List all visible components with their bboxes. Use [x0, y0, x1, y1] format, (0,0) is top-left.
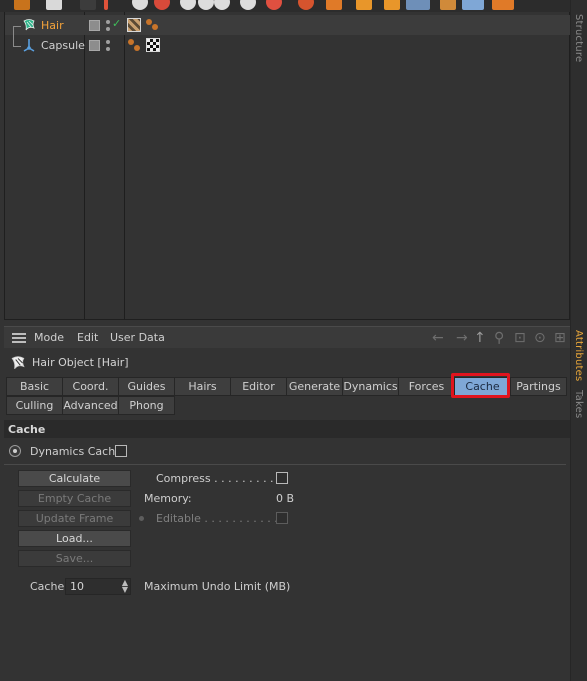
- toolbar-icon[interactable]: [198, 0, 214, 10]
- load-button[interactable]: Load...: [18, 530, 131, 547]
- tab-basic[interactable]: Basic: [6, 377, 63, 396]
- highlight-box: [451, 373, 510, 398]
- animate-parameter-radio[interactable]: [9, 445, 21, 457]
- tab-guides[interactable]: Guides: [118, 377, 175, 396]
- cache-value: 10: [70, 580, 84, 593]
- section-title: Cache: [8, 423, 46, 436]
- tab-phong[interactable]: Phong: [118, 396, 175, 415]
- editable-radio[interactable]: [139, 516, 144, 521]
- tab-structure[interactable]: Structure: [573, 14, 584, 62]
- column-divider: [84, 12, 85, 320]
- toolbar-icon[interactable]: [240, 0, 256, 10]
- menu-edit[interactable]: Edit: [77, 331, 98, 344]
- toolbar-icon[interactable]: [298, 0, 314, 10]
- tab-culling[interactable]: Culling: [6, 396, 63, 415]
- toolbar-icon[interactable]: [180, 0, 196, 10]
- object-name-capsule[interactable]: Capsule: [41, 39, 85, 52]
- object-title: Hair Object [Hair]: [32, 356, 129, 369]
- hair-icon: [23, 19, 35, 31]
- tab-advanced[interactable]: Advanced: [62, 396, 119, 415]
- up-arrow-icon[interactable]: ↑: [474, 330, 486, 346]
- lock-icon[interactable]: ⊡: [514, 330, 526, 346]
- settings-icon[interactable]: ⊙: [534, 330, 546, 346]
- tab-attributes[interactable]: Attributes: [573, 330, 584, 381]
- memory-value: 0 B: [276, 492, 295, 505]
- capsule-icon: [23, 39, 35, 52]
- forward-arrow-icon[interactable]: →: [456, 330, 468, 346]
- tab-hairs[interactable]: Hairs: [174, 377, 231, 396]
- visibility-dot[interactable]: [106, 20, 110, 24]
- object-row-hair[interactable]: Hair ✓: [5, 15, 570, 35]
- toolbar-icon[interactable]: [440, 0, 456, 10]
- save-button[interactable]: Save...: [18, 550, 131, 567]
- object-title-row: Hair Object [Hair]: [4, 352, 570, 374]
- side-tab-strip: Structure Attributes Takes: [570, 0, 587, 681]
- spinner-arrows-icon[interactable]: ▲ ▼: [122, 579, 128, 594]
- toolbar-icon[interactable]: [384, 0, 400, 10]
- tab-editor[interactable]: Editor: [230, 377, 287, 396]
- hair-icon: [11, 356, 25, 370]
- menu-user-data[interactable]: User Data: [110, 331, 165, 344]
- hamburger-menu-icon[interactable]: [12, 333, 26, 343]
- toolbar-icon[interactable]: [356, 0, 372, 10]
- compress-label: Compress . . . . . . . . .: [156, 472, 274, 485]
- tab-coord[interactable]: Coord.: [62, 377, 119, 396]
- memory-label: Memory:: [144, 492, 192, 505]
- sort-az-icon[interactable]: [406, 0, 430, 10]
- toolbar-icon[interactable]: [132, 0, 148, 10]
- tab-forces[interactable]: Forces: [398, 377, 455, 396]
- search-icon[interactable]: ⚲: [494, 330, 504, 346]
- toolbar-icon[interactable]: [14, 0, 30, 10]
- visibility-dot[interactable]: [106, 47, 110, 51]
- divider: [4, 464, 566, 465]
- toolbar-icon[interactable]: [266, 0, 282, 10]
- tab-dynamics[interactable]: Dynamics: [342, 377, 399, 396]
- cache-label: Cache: [30, 580, 65, 593]
- new-panel-icon[interactable]: ⊞: [554, 330, 566, 346]
- tab-partings[interactable]: Partings: [510, 377, 567, 396]
- menu-mode[interactable]: Mode: [34, 331, 64, 344]
- toolbar-icon[interactable]: [214, 0, 230, 10]
- layer-box[interactable]: [89, 20, 100, 31]
- tree-line: [13, 46, 21, 47]
- undo-limit-label: Maximum Undo Limit (MB): [144, 580, 291, 593]
- toolbar-icon[interactable]: [462, 0, 484, 10]
- object-row-capsule[interactable]: Capsule: [5, 27, 570, 55]
- dynamics-cache-checkbox[interactable]: [115, 445, 127, 457]
- calculate-button[interactable]: Calculate: [18, 470, 131, 487]
- editable-checkbox[interactable]: [276, 512, 288, 524]
- tree-line: [13, 27, 14, 46]
- toolbar-icon[interactable]: [46, 0, 62, 10]
- visibility-dot[interactable]: [106, 40, 110, 44]
- attribute-menubar: Mode Edit User Data ← → ↑ ⚲ ⊡ ⊙ ⊞: [4, 326, 570, 348]
- material-tag-icon[interactable]: [146, 38, 160, 52]
- cache-input[interactable]: 10 ▲ ▼: [65, 578, 131, 595]
- hair-material-tag-icon[interactable]: [127, 18, 141, 32]
- compress-checkbox[interactable]: [276, 472, 288, 484]
- object-name-hair[interactable]: Hair: [41, 19, 64, 32]
- object-manager: Hair ✓ Capsule: [4, 12, 570, 320]
- section-header-cache: Cache: [4, 420, 570, 438]
- dynamics-cache-label: Dynamics Cache: [30, 445, 122, 458]
- toolbar-icon[interactable]: [492, 0, 514, 10]
- empty-cache-button[interactable]: Empty Cache: [18, 490, 131, 507]
- editable-label: Editable . . . . . . . . . . .: [156, 512, 278, 525]
- tab-takes[interactable]: Takes: [573, 390, 584, 418]
- top-toolbar: [0, 0, 570, 12]
- tab-generate[interactable]: Generate: [286, 377, 343, 396]
- update-frame-button[interactable]: Update Frame: [18, 510, 131, 527]
- toolbar-icon[interactable]: [154, 0, 170, 10]
- enabled-check-icon[interactable]: ✓: [112, 17, 121, 30]
- toolbar-icon[interactable]: [326, 0, 342, 10]
- tree-line: [13, 26, 21, 27]
- phong-tag-icon[interactable]: [127, 38, 141, 52]
- toolbar-icon[interactable]: [80, 0, 96, 10]
- back-arrow-icon[interactable]: ←: [432, 330, 444, 346]
- column-divider: [124, 12, 125, 320]
- toolbar-icon[interactable]: [104, 0, 108, 10]
- layer-box[interactable]: [89, 40, 100, 51]
- phong-tag-icon[interactable]: [145, 18, 159, 32]
- visibility-dot[interactable]: [106, 27, 110, 31]
